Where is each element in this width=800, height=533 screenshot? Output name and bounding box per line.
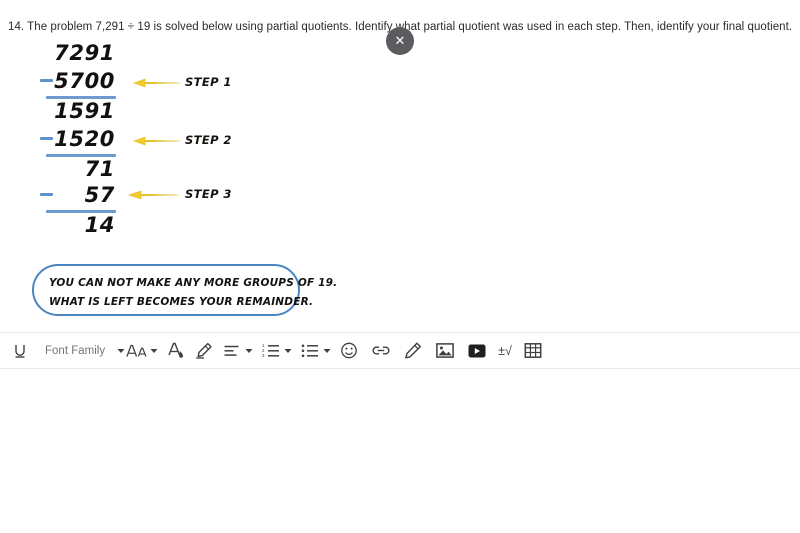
underline-icon bbox=[15, 344, 25, 358]
link-button[interactable] bbox=[370, 338, 392, 364]
bulleted-list-button[interactable] bbox=[299, 338, 321, 364]
left-arrow-icon bbox=[133, 78, 181, 88]
dividend-value: 7291 bbox=[54, 41, 115, 65]
text-color-icon bbox=[168, 342, 184, 358]
math-row: 71 bbox=[40, 156, 115, 182]
math-row: 5700 bbox=[40, 68, 115, 94]
step-annotation: STEP 2 bbox=[133, 132, 313, 152]
align-chevron-down-icon[interactable] bbox=[243, 348, 254, 354]
editor-canvas[interactable] bbox=[0, 369, 800, 533]
math-row: 1520 bbox=[40, 126, 115, 152]
align-button[interactable] bbox=[221, 338, 243, 364]
close-icon: ✕ bbox=[394, 33, 406, 48]
numbered-list-chevron-down-icon[interactable] bbox=[282, 348, 293, 354]
emoji-icon bbox=[341, 342, 357, 359]
font-family-chevron-down-icon[interactable] bbox=[115, 348, 126, 354]
numbered-list-button[interactable]: 1 2 3 bbox=[260, 338, 282, 364]
font-size-button[interactable] bbox=[126, 338, 148, 364]
insert-table-button[interactable] bbox=[522, 338, 544, 364]
highlighter-icon bbox=[196, 342, 212, 359]
minus-sign-icon bbox=[40, 137, 53, 140]
text-color-button[interactable] bbox=[165, 338, 187, 364]
math-row: 1591 bbox=[40, 98, 115, 124]
font-size-icon bbox=[126, 344, 147, 357]
difference-value: 71 bbox=[84, 157, 115, 181]
subtrahend-value: 1520 bbox=[54, 127, 115, 151]
numbered-list-icon: 1 2 3 bbox=[262, 343, 280, 358]
chevron-down-icon bbox=[284, 348, 292, 353]
minus-sign-icon bbox=[40, 193, 53, 196]
chevron-down-icon bbox=[150, 348, 158, 353]
bulleted-list-chevron-down-icon[interactable] bbox=[321, 348, 332, 354]
callout-line-1: YOU CAN NOT MAKE ANY MORE GROUPS OF 19. bbox=[49, 277, 338, 289]
equation-icon: ±√ bbox=[498, 343, 512, 358]
subtrahend-value: 5700 bbox=[54, 69, 115, 93]
svg-text:3: 3 bbox=[262, 353, 265, 358]
video-icon bbox=[468, 344, 486, 357]
equation-button[interactable]: ±√ bbox=[498, 338, 512, 364]
underline-button[interactable] bbox=[9, 338, 31, 364]
emoji-button[interactable] bbox=[338, 338, 360, 364]
chevron-down-icon bbox=[117, 348, 125, 353]
table-icon bbox=[524, 343, 542, 358]
image-icon bbox=[436, 343, 454, 358]
step-label: STEP 2 bbox=[185, 133, 232, 147]
math-row: 7291 bbox=[40, 40, 115, 66]
partial-quotients-work: 7291 5700 1591 1520 71 57 14 STEP 1 STEP… bbox=[0, 38, 800, 328]
font-family-select[interactable]: Font Family bbox=[31, 345, 115, 357]
difference-value: 1591 bbox=[54, 99, 115, 123]
callout-box: YOU CAN NOT MAKE ANY MORE GROUPS OF 19. … bbox=[32, 264, 338, 316]
step-label: STEP 1 bbox=[185, 75, 232, 89]
highlighter-button[interactable] bbox=[193, 338, 215, 364]
left-arrow-icon bbox=[128, 190, 180, 200]
remainder-value: 14 bbox=[84, 213, 115, 237]
font-size-chevron-down-icon[interactable] bbox=[148, 348, 159, 354]
subtrahend-value: 57 bbox=[84, 183, 115, 207]
chevron-down-icon bbox=[323, 348, 331, 353]
pencil-icon bbox=[405, 342, 422, 359]
math-row: 57 bbox=[40, 182, 115, 208]
editor-toolbar: Font Family 1 2 3 ±√ bbox=[0, 333, 800, 368]
step-annotation: STEP 1 bbox=[133, 74, 313, 94]
step-annotation: STEP 3 bbox=[128, 186, 313, 206]
align-left-icon bbox=[224, 345, 239, 356]
step-label: STEP 3 bbox=[185, 187, 232, 201]
chevron-down-icon bbox=[245, 348, 253, 353]
insert-video-button[interactable] bbox=[466, 338, 488, 364]
draw-button[interactable] bbox=[402, 338, 424, 364]
minus-sign-icon bbox=[40, 79, 53, 82]
callout-line-2: WHAT IS LEFT BECOMES YOUR REMAINDER. bbox=[49, 296, 314, 308]
left-arrow-icon bbox=[133, 136, 181, 146]
font-family-label: Font Family bbox=[45, 344, 106, 357]
insert-image-button[interactable] bbox=[434, 338, 456, 364]
close-button[interactable]: ✕ bbox=[386, 27, 414, 55]
link-icon bbox=[372, 346, 390, 355]
bulleted-list-icon bbox=[301, 344, 319, 358]
math-row: 14 bbox=[40, 212, 115, 238]
